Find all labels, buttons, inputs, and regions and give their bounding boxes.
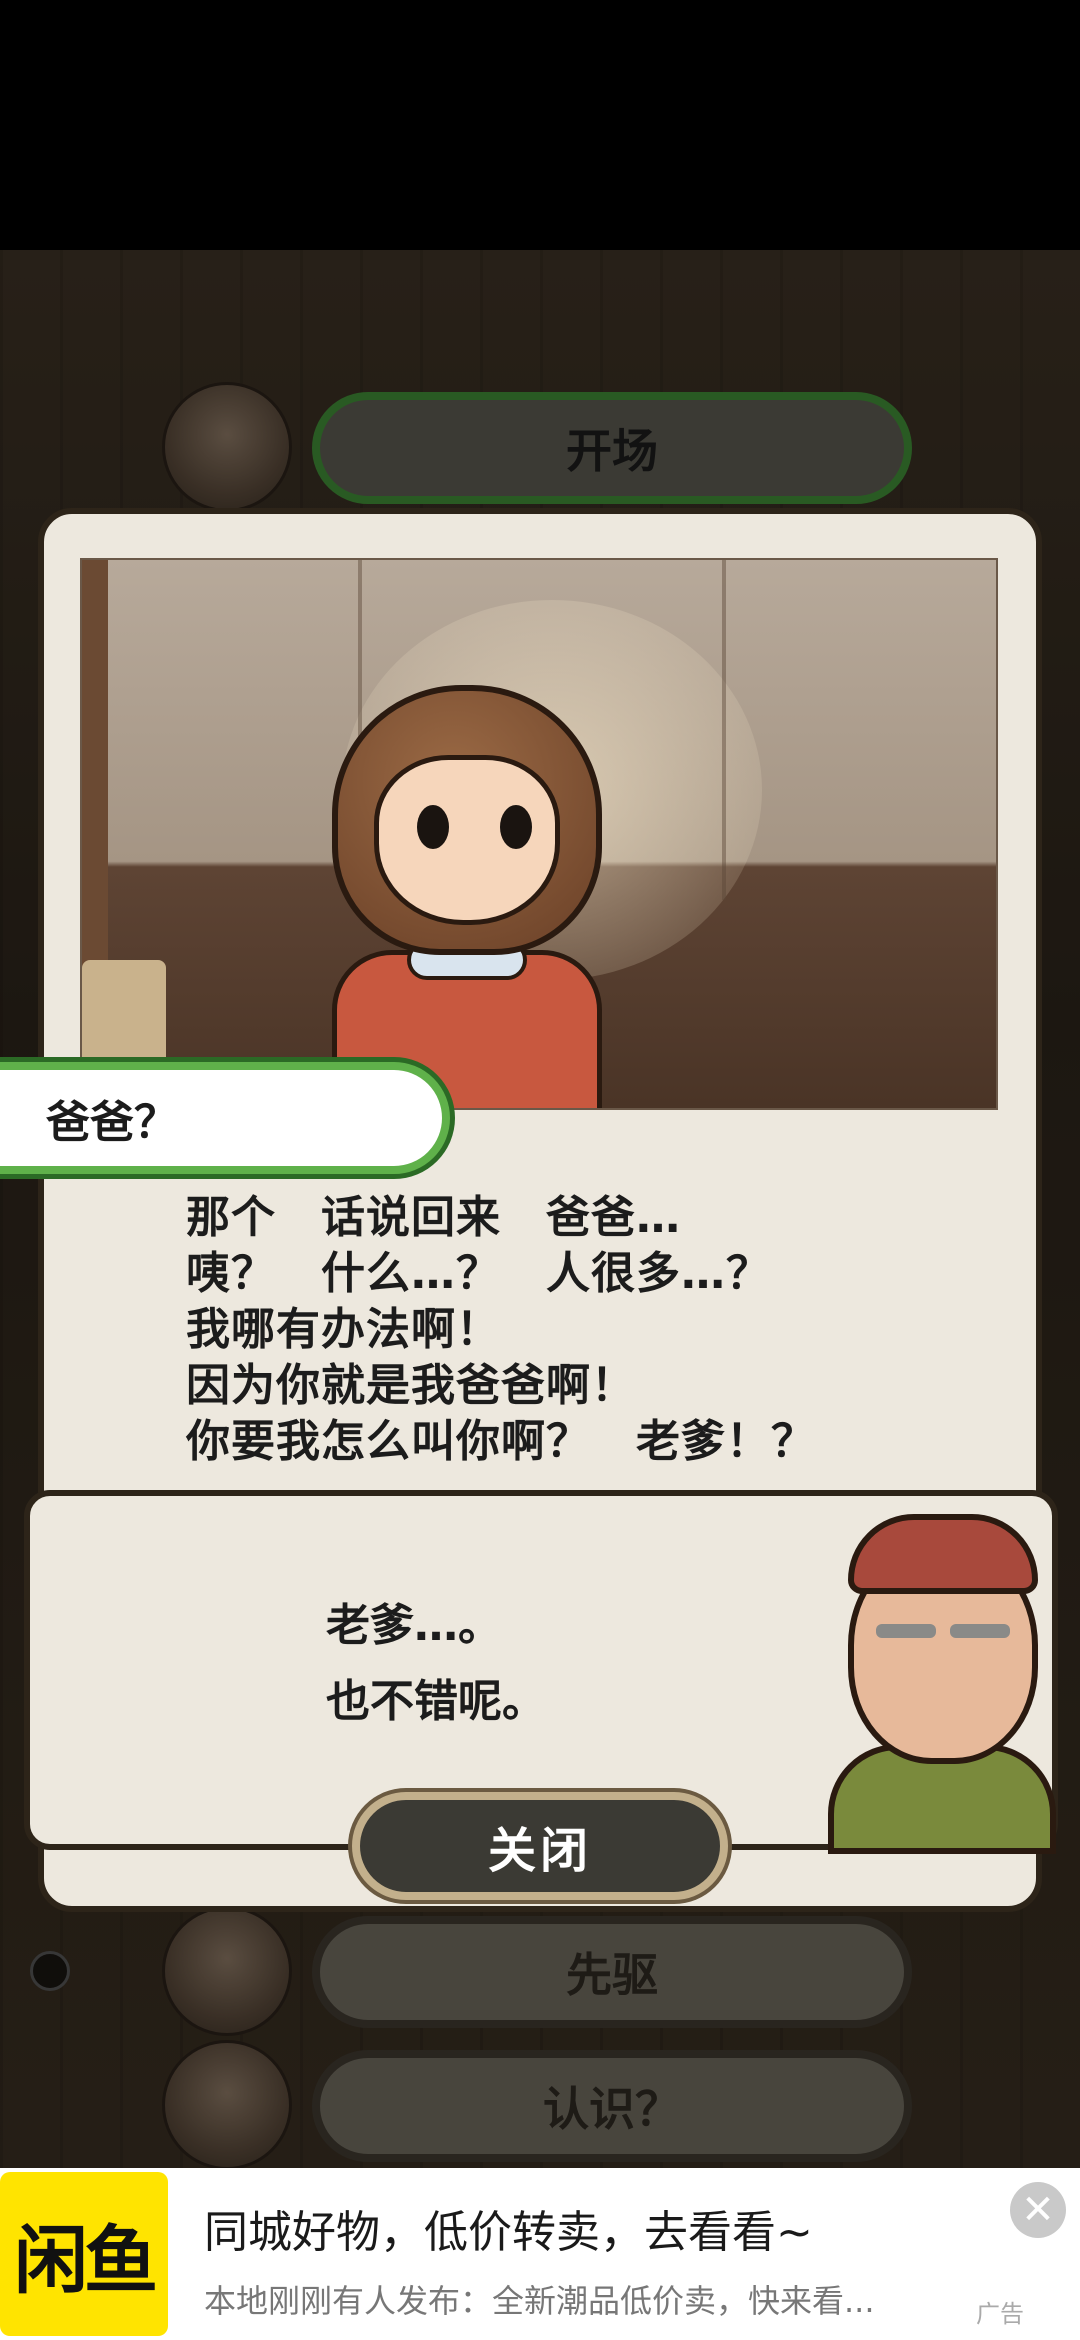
story-line: 因为你就是我爸爸啊！ bbox=[186, 1360, 636, 1411]
story-line: 我哪有办法啊！ bbox=[186, 1304, 501, 1355]
cup-icon bbox=[82, 960, 166, 1070]
speaker-name-tag: 爸爸？ bbox=[0, 1062, 450, 1174]
close-button[interactable]: 关闭 bbox=[352, 1792, 728, 1900]
ad-title[interactable]: 同城好物，低价转卖，去看看~ bbox=[204, 2196, 813, 2260]
scene-illustration bbox=[80, 558, 998, 1110]
story-text: 那个 话说回来 爸爸… 咦？ 什么…？ 人很多…？ 我哪有办法啊！ 因为你就是我… bbox=[186, 1190, 946, 1470]
story-line: 那个 话说回来 爸爸… bbox=[186, 1192, 681, 1243]
reply-line: 也不错呢。 bbox=[326, 1676, 546, 1727]
ad-subtitle[interactable]: 本地刚刚有人发布：全新潮品低价卖，快来看... bbox=[204, 2276, 875, 2322]
story-line: 咦？ 什么…？ 人很多…？ bbox=[186, 1248, 771, 1299]
ad-banner[interactable]: 闲鱼 同城好物，低价转卖，去看看~ 本地刚刚有人发布：全新潮品低价卖，快来看..… bbox=[0, 2168, 1080, 2340]
reply-text: 老爹…。 也不错呢。 bbox=[326, 1588, 546, 1740]
story-line: 你要我怎么叫你啊？ 老爹！？ bbox=[186, 1416, 816, 1467]
reply-line: 老爹…。 bbox=[326, 1600, 502, 1651]
old-man-portrait bbox=[828, 1514, 1056, 1854]
close-icon[interactable]: ✕ bbox=[1010, 2182, 1066, 2238]
ad-logo[interactable]: 闲鱼 bbox=[0, 2172, 168, 2336]
character-face bbox=[374, 755, 560, 925]
ad-label: 广告 bbox=[976, 2300, 1024, 2328]
status-bar-area bbox=[0, 0, 1080, 250]
